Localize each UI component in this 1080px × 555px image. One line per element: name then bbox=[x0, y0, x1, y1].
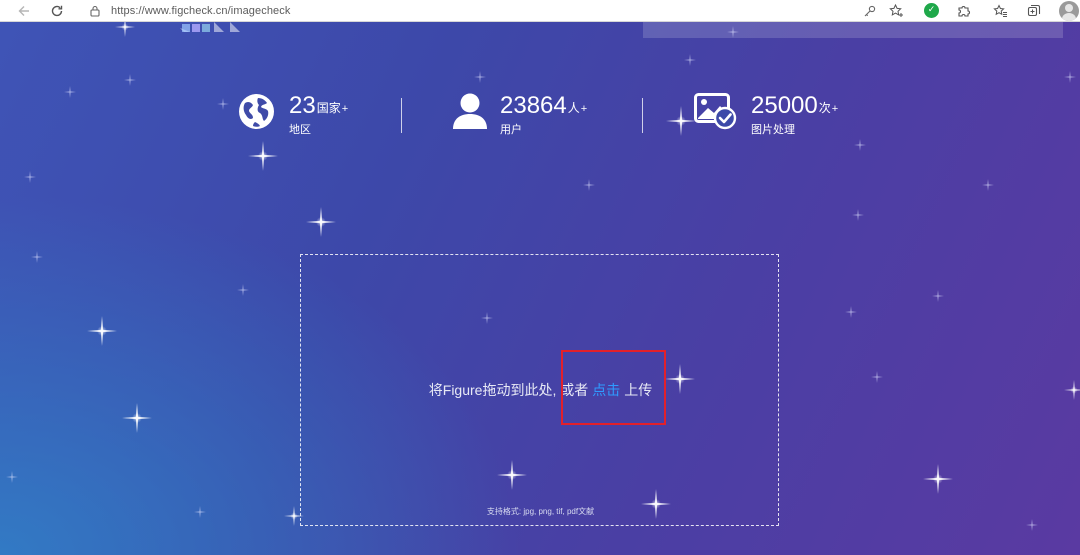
upload-prompt: 将Figure拖动到此处, 或者 点击 上传 bbox=[301, 381, 780, 399]
stat-countries-unit: 国家 bbox=[316, 101, 341, 115]
stat-images-unit: 次 bbox=[818, 101, 831, 115]
stat-users-number: 23864 bbox=[500, 92, 567, 119]
favorites-icon[interactable] bbox=[991, 1, 1009, 21]
shield-check-icon[interactable]: ✓ bbox=[924, 3, 939, 18]
stat-countries-label: 地区 bbox=[289, 124, 311, 136]
key-icon[interactable] bbox=[861, 1, 877, 21]
collections-icon[interactable] bbox=[1025, 1, 1043, 21]
arrow-left-icon[interactable] bbox=[14, 1, 34, 21]
star-add-icon[interactable] bbox=[887, 1, 905, 21]
stat-images-plus: + bbox=[831, 103, 839, 115]
stat-users-unit: 人 bbox=[567, 101, 580, 115]
lock-icon[interactable] bbox=[88, 1, 102, 21]
user-icon bbox=[452, 92, 488, 135]
stat-images-number: 25000 bbox=[751, 92, 818, 119]
stat-images: 25000次+ bbox=[751, 93, 838, 122]
refresh-icon[interactable] bbox=[47, 1, 67, 21]
stat-images-label: 图片处理 bbox=[751, 124, 795, 136]
image-check-icon bbox=[694, 93, 738, 135]
stat-countries-plus: + bbox=[341, 103, 349, 115]
upload-dropzone[interactable]: 将Figure拖动到此处, 或者 点击 上传 支持格式: jpg, png, tif… bbox=[300, 254, 779, 526]
browser-toolbar: https://www.figcheck.cn/imagecheck ✓ bbox=[0, 0, 1080, 22]
stat-countries-number: 23 bbox=[289, 92, 316, 119]
stat-users-label: 用户 bbox=[500, 124, 522, 136]
address-bar-url[interactable]: https://www.figcheck.cn/imagecheck bbox=[111, 2, 290, 20]
globe-icon bbox=[238, 93, 275, 135]
stat-users: 23864人+ bbox=[500, 93, 587, 122]
figcheck-page: 23国家+ 地区 23864人+ 用户 25000次+ 图片处理 将Figure… bbox=[0, 22, 1080, 555]
stat-countries: 23国家+ bbox=[289, 93, 348, 122]
annotation-highlight-box bbox=[561, 350, 666, 425]
stat-divider bbox=[642, 98, 643, 133]
stat-users-plus: + bbox=[580, 103, 588, 115]
puzzle-icon[interactable] bbox=[955, 1, 973, 21]
stat-divider bbox=[401, 98, 402, 133]
avatar-icon[interactable] bbox=[1059, 1, 1079, 21]
supported-formats: 支持格式: jpg, png, tif, pdf文献 bbox=[486, 507, 595, 516]
